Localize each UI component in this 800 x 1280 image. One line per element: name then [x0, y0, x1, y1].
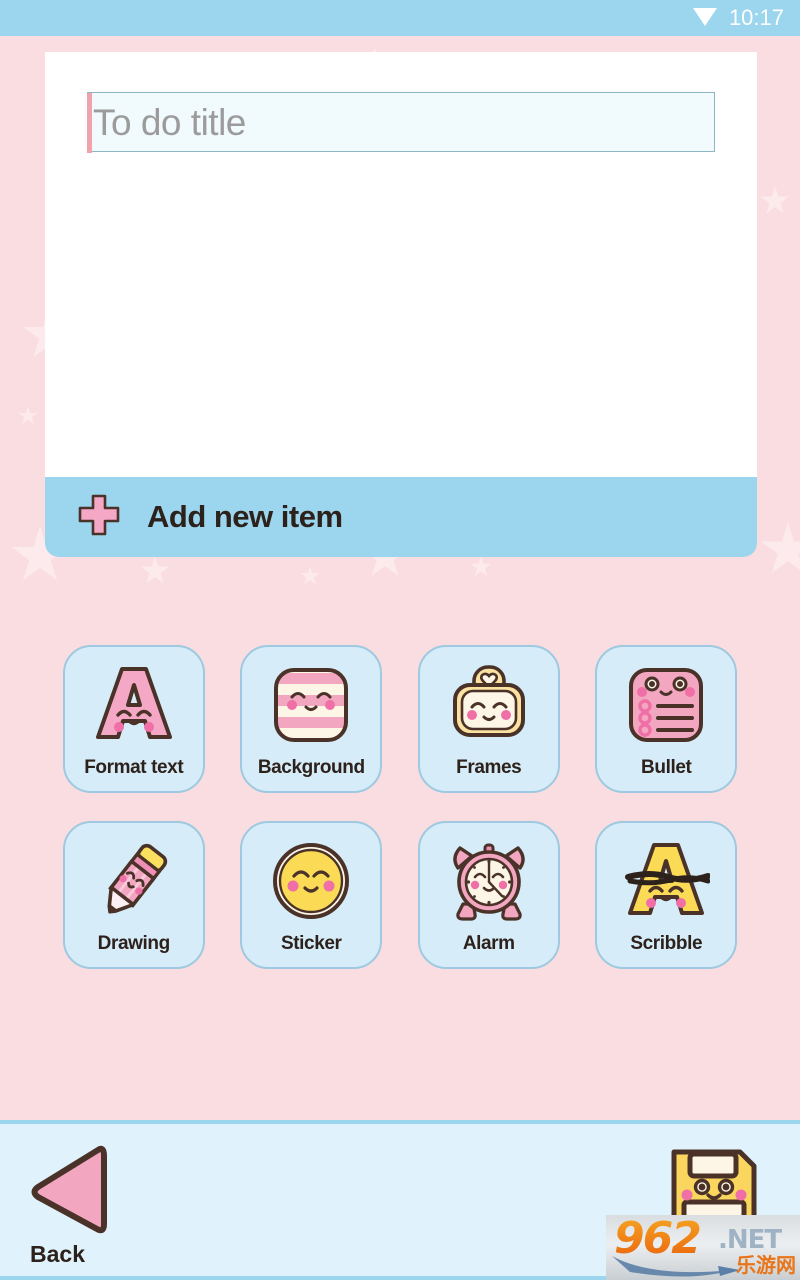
- tool-tile-alarm[interactable]: Alarm: [417, 821, 560, 969]
- tool-label: Frames: [456, 757, 522, 778]
- star-decoration: [18, 406, 38, 425]
- star-decoration: [140, 556, 170, 584]
- tool-tile-sticker[interactable]: Sticker: [240, 821, 383, 969]
- status-bar-clock: 10:17: [728, 5, 784, 30]
- back-label: Back: [30, 1241, 85, 1267]
- back-button[interactable]: Back: [22, 1142, 127, 1270]
- tool-label: Background: [257, 757, 365, 778]
- save-label: Save: [689, 1243, 743, 1269]
- back-triangle-icon: [28, 1142, 108, 1242]
- save-button[interactable]: Save: [664, 1140, 768, 1270]
- bottom-toolbar: Back Save: [0, 1120, 800, 1280]
- add-new-item-button[interactable]: Add new item: [45, 477, 757, 557]
- tool-label: Format text: [84, 757, 184, 778]
- wifi-icon: [691, 5, 719, 32]
- tool-tile-frames[interactable]: Frames: [417, 645, 560, 793]
- tool-label: Scribble: [630, 933, 703, 954]
- bullet-list-icon: [618, 657, 714, 753]
- text-caret: [87, 93, 92, 153]
- tool-label: Drawing: [97, 933, 171, 954]
- tool-label: Bullet: [641, 757, 692, 778]
- status-bar: 10:17: [0, 0, 800, 36]
- todo-title-input[interactable]: To do title: [87, 92, 715, 153]
- plus-icon: [75, 491, 123, 544]
- tool-tile-bullet[interactable]: Bullet: [595, 645, 738, 793]
- letter-a-pink-icon: [86, 657, 182, 753]
- tool-grid: Format text Background Frames Bullet Dra…: [45, 645, 755, 969]
- pencil-icon: [86, 833, 182, 929]
- star-decoration: [760, 186, 790, 214]
- tool-label: Sticker: [280, 933, 342, 954]
- add-new-item-label: Add new item: [147, 499, 343, 534]
- tool-tile-drawing[interactable]: Drawing: [62, 821, 205, 969]
- striped-square-icon: [263, 657, 359, 753]
- tool-tile-scribble[interactable]: Scribble: [595, 821, 738, 969]
- star-decoration: [470, 556, 492, 577]
- star-decoration: [761, 522, 800, 573]
- smiley-face-icon: [263, 833, 359, 929]
- floppy-disk-icon: [664, 1149, 764, 1244]
- alarm-clock-icon: [441, 833, 537, 929]
- frame-tag-icon: [441, 657, 537, 753]
- note-card: To do title: [45, 52, 757, 477]
- tool-tile-background[interactable]: Background: [240, 645, 383, 793]
- tool-tile-format-text[interactable]: Format text: [62, 645, 205, 793]
- star-decoration: [300, 566, 320, 585]
- letter-a-scribble-icon: [618, 833, 714, 929]
- todo-title-placeholder: To do title: [93, 101, 246, 143]
- tool-label: Alarm: [462, 933, 515, 954]
